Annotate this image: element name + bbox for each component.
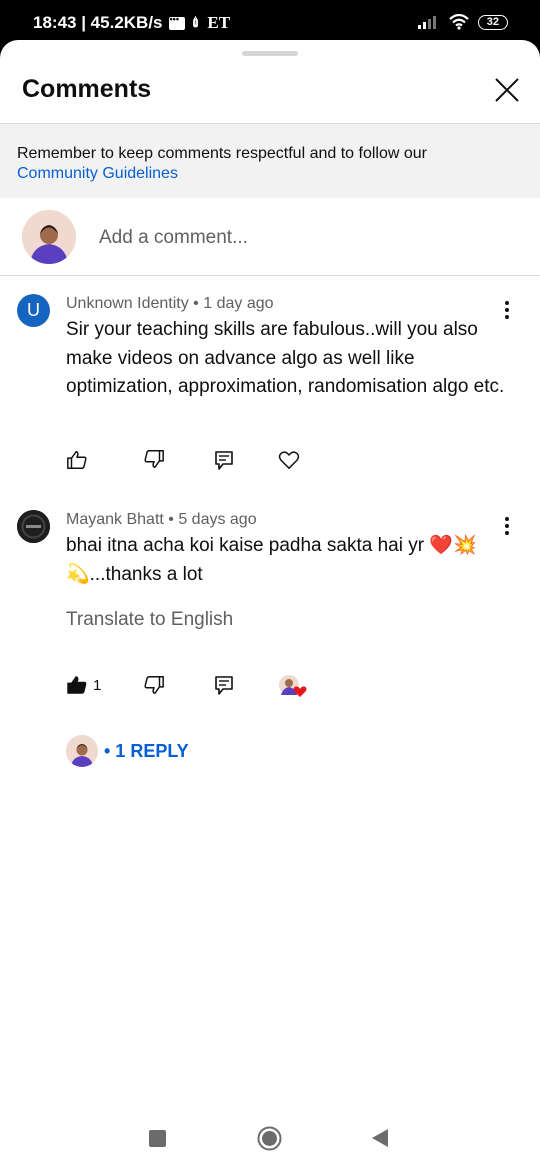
comments-sheet: Comments Remember to keep comments respe… — [0, 40, 540, 1170]
system-nav-bar — [0, 1110, 540, 1170]
nav-home-button[interactable] — [257, 1126, 282, 1151]
status-left: 18:43 | 45.2KB/s ✐ ET — [33, 13, 230, 33]
reply-button[interactable] — [214, 675, 234, 701]
add-comment-input[interactable]: Add a comment... — [99, 227, 248, 249]
dislike-button[interactable] — [143, 448, 165, 475]
home-circle-icon — [257, 1126, 282, 1151]
commenter-avatar[interactable] — [17, 510, 50, 543]
community-guidelines-link[interactable]: Community Guidelines — [17, 164, 178, 184]
translate-button[interactable]: Translate to English — [66, 609, 233, 631]
signal-icon — [417, 16, 436, 29]
heart-icon — [293, 686, 307, 697]
comment-more-button[interactable] — [497, 514, 517, 538]
heart-button[interactable] — [278, 450, 300, 475]
view-replies-button[interactable]: • 1 REPLY — [104, 741, 189, 762]
status-bar: 18:43 | 45.2KB/s ✐ ET 32 — [0, 0, 540, 44]
reply-icon — [215, 451, 233, 470]
comment-text: bhai itna acha koi kaise padha sakta hai… — [66, 535, 477, 585]
dislike-button[interactable] — [143, 674, 165, 701]
reply-avatar — [66, 735, 98, 767]
nav-back-button[interactable] — [371, 1128, 389, 1148]
comment-text: Sir your teaching skills are fabulous..w… — [66, 319, 505, 397]
dislike-icon — [144, 676, 164, 694]
comment-meta: Unknown Identity • 1 day ago — [66, 295, 274, 312]
close-icon — [495, 78, 519, 102]
commenter-avatar[interactable]: U — [17, 294, 50, 327]
close-button[interactable] — [490, 73, 524, 107]
status-right: 32 — [417, 14, 508, 30]
my-avatar — [22, 210, 76, 264]
like-button[interactable] — [66, 449, 88, 476]
heart-icon — [278, 451, 300, 469]
guidelines-notice: Remember to keep comments respectful and… — [0, 124, 540, 198]
dislike-icon — [144, 450, 164, 468]
composer-divider — [0, 275, 540, 276]
et-app-label: ET — [207, 13, 231, 32]
like-icon — [67, 676, 87, 694]
back-triangle-icon — [372, 1129, 388, 1147]
comment-meta: Mayank Bhatt • 5 days ago — [66, 511, 257, 528]
like-count: 1 — [93, 677, 102, 694]
notice-text: Remember to keep comments respectful and… — [17, 145, 427, 162]
reply-button[interactable] — [214, 450, 234, 476]
creator-heart-badge — [278, 674, 308, 698]
battery-indicator: 32 — [477, 14, 508, 30]
like-icon — [67, 451, 87, 469]
sheet-title: Comments — [22, 75, 152, 103]
status-time-speed: 18:43 | 45.2KB/s — [33, 13, 163, 32]
reply-icon — [215, 676, 233, 695]
like-button[interactable] — [66, 674, 88, 701]
pill-icon: ✐ — [186, 13, 205, 32]
chat-notification-icon — [168, 14, 185, 30]
wifi-icon — [449, 14, 469, 30]
more-icon — [505, 517, 509, 535]
drag-handle[interactable] — [242, 51, 298, 56]
nav-recents-button[interactable] — [149, 1130, 166, 1147]
